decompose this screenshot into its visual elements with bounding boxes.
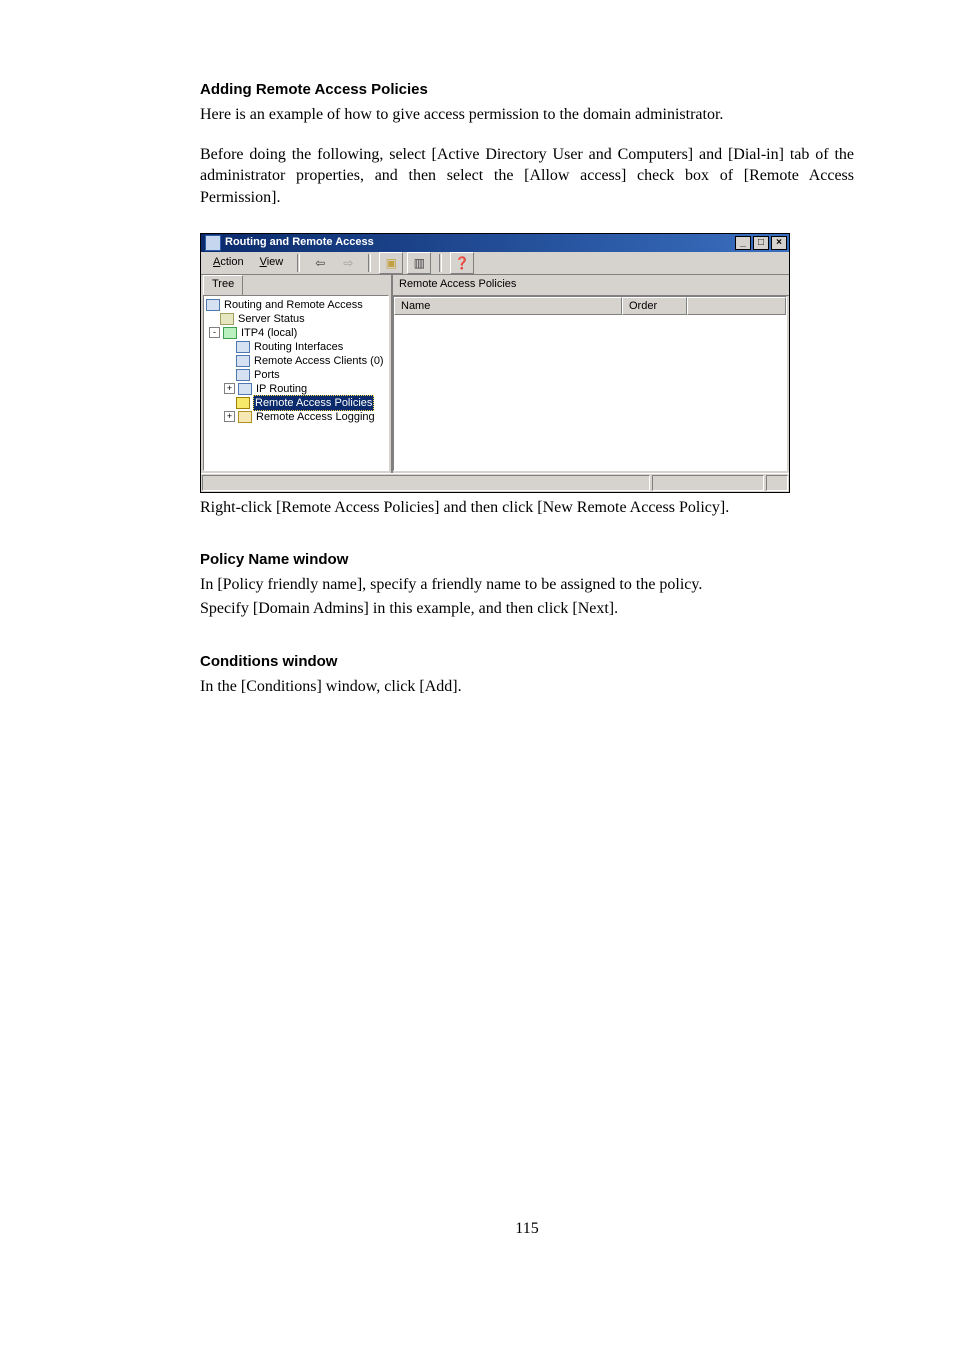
tree-ip-routing[interactable]: + IP Routing <box>206 382 386 396</box>
separator-icon <box>297 254 300 272</box>
caption-1: Right-click [Remote Access Policies] and… <box>200 497 854 519</box>
column-order[interactable]: Order <box>622 297 687 315</box>
para-preconditions: Before doing the following, select [Acti… <box>200 144 854 209</box>
para-policy-name-2: Specify [Domain Admins] in this example,… <box>200 598 854 620</box>
server-icon <box>220 313 234 325</box>
left-pane: Tree Routing and Remote Access Server St… <box>201 275 393 473</box>
close-button[interactable]: × <box>771 236 787 250</box>
status-cell <box>652 475 764 491</box>
list-view[interactable]: Name Order <box>393 296 787 471</box>
policy-icon <box>236 397 250 409</box>
column-spacer <box>687 297 786 315</box>
collapse-icon[interactable]: - <box>209 327 220 338</box>
window-buttons: _ □ × <box>735 236 787 250</box>
heading-policy-name: Policy Name window <box>200 550 854 570</box>
statusbar <box>201 473 789 492</box>
tree-label: ITP4 (local) <box>240 326 298 340</box>
app-icon <box>205 235 221 251</box>
titlebar[interactable]: Routing and Remote Access _ □ × <box>201 234 789 252</box>
list-header: Name Order <box>394 297 786 315</box>
para-policy-name-1: In [Policy friendly name], specify a fri… <box>200 574 854 596</box>
status-cell <box>202 475 650 491</box>
tree-remote-access-policies[interactable]: Remote Access Policies <box>206 396 386 410</box>
tree-ports[interactable]: Ports <box>206 368 386 382</box>
clients-icon <box>236 355 250 367</box>
resize-grip[interactable] <box>766 475 788 491</box>
forward-button[interactable]: ⇨ <box>336 252 360 274</box>
tree-remote-access-clients[interactable]: Remote Access Clients (0) <box>206 354 386 368</box>
heading-conditions: Conditions window <box>200 652 854 672</box>
tab-tree[interactable]: Tree <box>203 275 243 295</box>
routing-icon <box>238 383 252 395</box>
minimize-button[interactable]: _ <box>735 236 751 250</box>
separator-icon <box>439 254 442 272</box>
column-name[interactable]: Name <box>394 297 622 315</box>
separator-icon <box>368 254 371 272</box>
help-button[interactable]: ❓ <box>450 252 474 274</box>
page: Adding Remote Access Policies Here is an… <box>0 0 954 1279</box>
tree-label: Remote Access Logging <box>255 410 376 424</box>
menu-view[interactable]: View <box>254 254 290 271</box>
right-pane-title: Remote Access Policies <box>393 275 789 296</box>
back-button[interactable]: ⇦ <box>308 252 332 274</box>
expand-icon[interactable]: + <box>224 383 235 394</box>
folder-icon <box>238 411 252 423</box>
tree-local[interactable]: - ITP4 (local) <box>206 326 386 340</box>
para-intro: Here is an example of how to give access… <box>200 104 854 126</box>
heading-adding-policies: Adding Remote Access Policies <box>200 80 854 100</box>
up-button[interactable]: ▣ <box>379 252 403 274</box>
right-pane: Remote Access Policies Name Order <box>393 275 789 473</box>
page-number: 115 <box>200 1218 854 1240</box>
window-title: Routing and Remote Access <box>225 235 735 250</box>
tree-label: Remote Access Clients (0) <box>253 354 385 368</box>
properties-button[interactable]: ▥ <box>407 252 431 274</box>
tree-label: Server Status <box>237 312 306 326</box>
tree-label: Routing and Remote Access <box>223 298 364 312</box>
tree-root[interactable]: Routing and Remote Access <box>206 298 386 312</box>
tree-routing-interfaces[interactable]: Routing Interfaces <box>206 340 386 354</box>
tree-label: Remote Access Policies <box>253 395 374 411</box>
tree-view[interactable]: Routing and Remote Access Server Status … <box>203 295 389 471</box>
server-icon <box>223 327 237 339</box>
screenshot-window: Routing and Remote Access _ □ × Action V… <box>200 233 790 493</box>
client-area: Tree Routing and Remote Access Server St… <box>201 275 789 473</box>
tree-label: IP Routing <box>255 382 308 396</box>
interfaces-icon <box>236 341 250 353</box>
tree-label: Routing Interfaces <box>253 340 344 354</box>
para-conditions: In the [Conditions] window, click [Add]. <box>200 676 854 698</box>
menu-action[interactable]: Action <box>207 254 250 271</box>
menubar: Action View ⇦ ⇨ ▣ ▥ ❓ <box>201 252 789 275</box>
console-icon <box>206 299 220 311</box>
ports-icon <box>236 369 250 381</box>
maximize-button[interactable]: □ <box>753 236 769 250</box>
tree-remote-access-logging[interactable]: + Remote Access Logging <box>206 410 386 424</box>
expand-icon[interactable]: + <box>224 411 235 422</box>
tree-label: Ports <box>253 368 281 382</box>
tab-strip: Tree <box>201 275 391 295</box>
tree-server-status[interactable]: Server Status <box>206 312 386 326</box>
